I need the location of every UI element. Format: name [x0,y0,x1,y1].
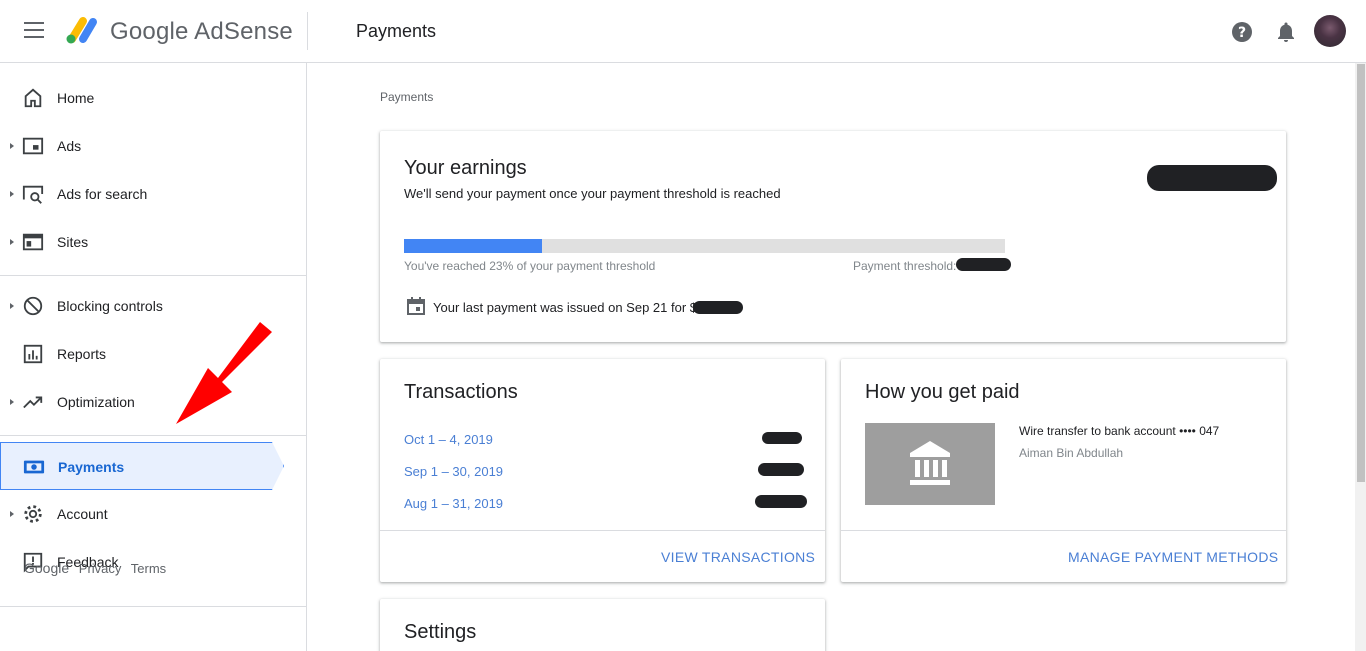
google-footer-logo: Google [24,560,70,576]
bank-icon [910,441,950,485]
sidebar-item-label: Optimization [57,394,135,410]
sidebar-item-ads-for-search[interactable]: Ads for search [0,170,284,218]
earnings-card: Your earnings We'll send your payment on… [380,131,1286,342]
terms-link[interactable]: Terms [131,561,166,576]
sidebar-divider [0,435,307,436]
transaction-link-oct[interactable]: Oct 1 – 4, 2019 [404,432,493,447]
threshold-label: Payment threshold: [853,259,957,273]
settings-card: Settings [380,599,825,651]
sidebar-item-account[interactable]: Account [0,490,284,538]
page-title: Payments [356,21,437,41]
sidebar-item-label: Ads [57,138,82,154]
how-you-get-paid-title: How you get paid [865,381,1020,403]
sites-icon [22,233,44,251]
payments-icon [23,460,45,474]
ads-search-icon [22,185,44,204]
redacted-amount [758,463,804,476]
sidebar-footer: Google Privacy Terms [24,560,172,576]
redacted-amount [755,495,807,508]
expand-caret-icon [10,303,14,309]
sidebar-item-label: Reports [57,346,107,362]
sidebar-item-label: Payments [58,459,125,475]
account-holder-name: Aiman Bin Abdullah [1019,446,1124,460]
redacted-last-payment [693,301,743,314]
brand-name: Google AdSense [110,18,293,45]
transactions-card: Transactions Oct 1 – 4, 2019 Sep 1 – 30,… [380,359,825,582]
bank-image [865,423,995,505]
threshold-progress-bar [404,239,1005,253]
help-icon[interactable]: ? [1230,20,1254,44]
transactions-title: Transactions [404,381,518,403]
gear-icon [24,505,42,523]
earnings-subtitle: We'll send your payment once your paymen… [404,186,781,201]
trending-up-icon [23,396,43,409]
privacy-link[interactable]: Privacy [79,561,122,576]
avatar[interactable] [1314,15,1346,47]
redacted-balance [1147,165,1277,191]
view-transactions-button[interactable]: VIEW TRANSACTIONS [661,549,815,565]
transaction-link-sep[interactable]: Sep 1 – 30, 2019 [404,464,503,479]
reports-icon [23,344,43,364]
sidebar-item-payments[interactable]: Payments [0,442,284,490]
sidebar-item-sites[interactable]: Sites [0,218,284,266]
ads-icon [22,137,44,155]
expand-caret-icon [10,143,14,149]
top-app-bar: Google AdSense Payments ? [0,0,1366,63]
earnings-title: Your earnings [404,157,527,179]
manage-payment-methods-button[interactable]: MANAGE PAYMENT METHODS [1068,549,1278,565]
svg-text:?: ? [1238,25,1246,41]
calendar-icon [407,297,425,315]
sidebar-item-label: Blocking controls [57,298,163,314]
menu-icon[interactable] [24,22,44,38]
header-divider [307,12,308,50]
notifications-bell-icon[interactable] [1274,20,1298,44]
sidebar-item-home[interactable]: Home [0,74,284,122]
block-icon [23,296,43,316]
breadcrumb: Payments [380,90,434,104]
redacted-threshold [956,258,1011,271]
scrollbar-thumb[interactable] [1357,64,1365,482]
sidebar-item-label: Home [57,90,95,106]
progress-text: You've reached 23% of your payment thres… [404,259,656,273]
settings-title: Settings [404,621,477,643]
expand-caret-icon [10,511,14,517]
sidebar-item-ads[interactable]: Ads [0,122,284,170]
how-you-get-paid-card: How you get paid Wire transfer to bank a… [841,359,1286,582]
last-payment-text: Your last payment was issued on Sep 21 f… [433,300,698,315]
card-divider [841,530,1286,531]
transaction-link-aug[interactable]: Aug 1 – 31, 2019 [404,496,503,511]
home-icon [24,88,42,108]
card-divider [380,530,825,531]
red-arrow-annotation [176,322,272,424]
expand-caret-icon [10,239,14,245]
sidebar-divider [0,275,307,276]
expand-caret-icon [10,399,14,405]
sidebar-item-label: Sites [57,234,89,250]
payment-method-text: Wire transfer to bank account •••• 047 [1019,424,1220,438]
expand-caret-icon [10,191,14,197]
sidebar-item-label: Account [57,506,108,522]
adsense-logo[interactable] [64,14,100,46]
threshold-progress-fill [404,239,543,253]
sidebar-divider [0,606,307,607]
redacted-amount [762,432,802,444]
sidebar-item-label: Ads for search [57,186,148,202]
